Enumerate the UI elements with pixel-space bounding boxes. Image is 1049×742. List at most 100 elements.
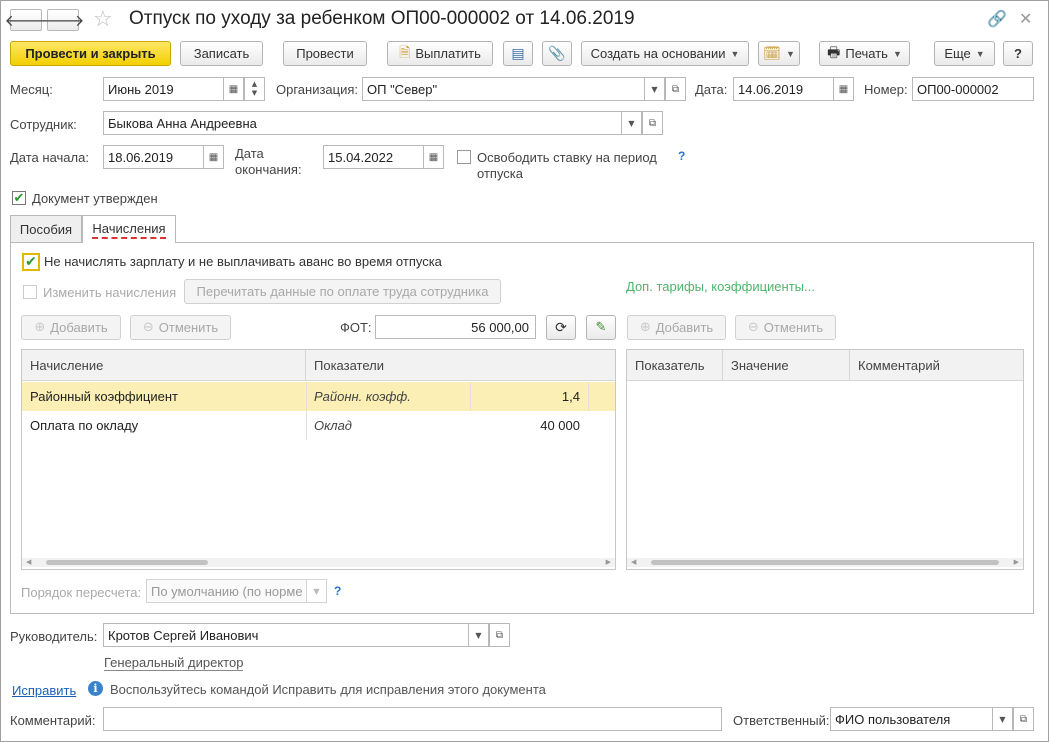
scrollbar-thumb[interactable] bbox=[651, 560, 999, 565]
recalc-order-label: Порядок пересчета: bbox=[21, 585, 142, 600]
indicator-name: Районн. коэфф. bbox=[314, 389, 411, 404]
column-header-accrual[interactable]: Начисление bbox=[22, 350, 306, 381]
tab-accruals[interactable]: Начисления bbox=[82, 215, 176, 243]
printer-icon: 🖶 bbox=[827, 44, 841, 61]
plus-icon: ⊕ bbox=[639, 320, 651, 335]
post-and-close-button[interactable]: Провести и закрыть bbox=[10, 41, 171, 66]
employee-open-button[interactable]: ⧉ bbox=[642, 111, 663, 135]
free-rate-checkbox[interactable] bbox=[457, 150, 471, 164]
report-icon: ▤ bbox=[511, 45, 525, 62]
fot-label: ФОТ: bbox=[340, 320, 372, 335]
pay-label: Выплатить bbox=[415, 46, 481, 61]
organization-dropdown[interactable]: ▼ bbox=[644, 77, 665, 101]
report-button[interactable]: ▤ bbox=[503, 41, 533, 66]
start-date-field[interactable]: 18.06.2019 bbox=[103, 145, 204, 169]
change-accruals-checkbox[interactable] bbox=[23, 285, 37, 299]
recalc-order-dropdown[interactable]: ▼ bbox=[306, 579, 327, 603]
more-button[interactable]: Еще ▼ bbox=[934, 41, 995, 66]
start-calendar-button[interactable]: ▦ bbox=[203, 145, 224, 169]
horizontal-scrollbar[interactable]: ◀ ▶ bbox=[627, 558, 1023, 567]
responsible-field[interactable]: ФИО пользователя bbox=[830, 707, 993, 731]
organization-field[interactable]: ОП "Север" bbox=[362, 77, 645, 101]
horizontal-scrollbar[interactable]: ◀ ▶ bbox=[22, 558, 615, 567]
history-button[interactable]: 🗓 ▼ bbox=[758, 41, 800, 66]
manager-field[interactable]: Кротов Сергей Иванович bbox=[103, 623, 469, 647]
forward-button[interactable]: 🡒 bbox=[42, 9, 84, 31]
accrual-name: Оплата по окладу bbox=[30, 418, 139, 433]
refresh-button[interactable]: ⟳ bbox=[546, 315, 576, 340]
table-row[interactable]: Оплата по окладу Оклад 40 000 bbox=[22, 411, 615, 440]
approved-label: Документ утвержден bbox=[32, 191, 158, 206]
fix-link[interactable]: Исправить bbox=[12, 683, 76, 698]
chevron-down-icon: ▼ bbox=[313, 586, 320, 596]
chevron-down-icon: ▼ bbox=[475, 630, 482, 640]
post-button[interactable]: Провести bbox=[283, 41, 367, 66]
organization-open-button[interactable]: ⧉ bbox=[665, 77, 686, 101]
add-accrual-button[interactable]: ⊕ Добавить bbox=[21, 315, 121, 340]
column-header-value[interactable]: Значение bbox=[723, 350, 850, 381]
fix-hint: Воспользуйтесь командой Исправить для ис… bbox=[110, 682, 546, 697]
approved-checkbox[interactable]: ✔ bbox=[12, 191, 26, 205]
column-header-indicators[interactable]: Показатели bbox=[306, 350, 615, 381]
indicator-value: 1,4 bbox=[561, 389, 580, 404]
refresh-icon: ⟳ bbox=[555, 319, 567, 336]
recalc-help-icon[interactable]: ? bbox=[334, 584, 341, 598]
date-field[interactable]: 14.06.2019 bbox=[733, 77, 834, 101]
manager-position-link[interactable]: Генеральный директор bbox=[104, 655, 244, 671]
scrollbar-thumb[interactable] bbox=[46, 560, 208, 565]
manager-open-button[interactable]: ⧉ bbox=[489, 623, 510, 647]
free-rate-label-line2: отпуска bbox=[477, 166, 523, 181]
edit-button[interactable]: ✎ bbox=[586, 315, 616, 340]
cell-divider bbox=[588, 382, 589, 411]
table-row[interactable]: Районный коэффициент Районн. коэфф. 1,4 bbox=[22, 382, 615, 411]
cancel-indicator-label: Отменить bbox=[763, 320, 824, 335]
free-rate-help-icon[interactable]: ? bbox=[678, 149, 685, 163]
end-calendar-button[interactable]: ▦ bbox=[423, 145, 444, 169]
column-header-indicator[interactable]: Показатель bbox=[627, 350, 723, 381]
fot-field[interactable]: 56 000,00 bbox=[375, 315, 536, 339]
tab-benefits[interactable]: Пособия bbox=[10, 215, 82, 242]
history-icon: 🗓 bbox=[763, 45, 781, 62]
help-button[interactable]: ? bbox=[1003, 41, 1033, 66]
minus-icon: ⊖ bbox=[142, 320, 154, 335]
close-icon[interactable]: ✕ bbox=[1019, 9, 1032, 28]
add-indicator-label: Добавить bbox=[655, 320, 714, 335]
cancel-indicator-button[interactable]: ⊖ Отменить bbox=[735, 315, 836, 340]
save-button[interactable]: Записать bbox=[180, 41, 263, 66]
month-spinner[interactable]: ▲ ▼ bbox=[244, 77, 265, 101]
date-label: Дата: bbox=[695, 82, 728, 97]
add-indicator-button[interactable]: ⊕ Добавить bbox=[627, 315, 726, 340]
link-icon[interactable]: 🔗 bbox=[987, 9, 1007, 28]
arrow-right-icon: 🡒 bbox=[41, 11, 85, 30]
employee-field[interactable]: Быкова Анна Андреевна bbox=[103, 111, 622, 135]
responsible-dropdown[interactable]: ▼ bbox=[992, 707, 1013, 731]
responsible-label: Ответственный: bbox=[733, 713, 830, 728]
open-icon: ⧉ bbox=[648, 117, 657, 129]
comment-field[interactable] bbox=[103, 707, 722, 731]
pay-button[interactable]: 🗎 Выплатить bbox=[387, 41, 493, 66]
manager-dropdown[interactable]: ▼ bbox=[468, 623, 489, 647]
star-icon[interactable]: ☆ bbox=[93, 7, 113, 32]
employee-dropdown[interactable]: ▼ bbox=[621, 111, 642, 135]
number-field[interactable]: ОП00-000002 bbox=[912, 77, 1034, 101]
attach-button[interactable]: 📎 bbox=[542, 41, 572, 66]
responsible-open-button[interactable]: ⧉ bbox=[1013, 707, 1034, 731]
print-button[interactable]: 🖶 Печать ▼ bbox=[819, 41, 910, 66]
cancel-accrual-button[interactable]: ⊖ Отменить bbox=[130, 315, 231, 340]
employee-label: Сотрудник: bbox=[10, 117, 77, 132]
month-field[interactable]: Июнь 2019 bbox=[103, 77, 224, 101]
extra-rates-link[interactable]: Доп. тарифы, коэффициенты... bbox=[626, 279, 815, 294]
accruals-table: Начисление Показатели Районный коэффицие… bbox=[21, 349, 616, 570]
calendar-icon: ▦ bbox=[838, 83, 849, 95]
reread-data-button[interactable]: Перечитать данные по оплате труда сотруд… bbox=[184, 279, 501, 304]
date-calendar-button[interactable]: ▦ bbox=[833, 77, 854, 101]
add-accrual-label: Добавить bbox=[50, 320, 108, 335]
column-header-comment[interactable]: Комментарий bbox=[850, 350, 1023, 381]
no-salary-checkbox[interactable]: ✔ bbox=[22, 253, 40, 271]
create-based-button[interactable]: Создать на основании ▼ bbox=[581, 41, 749, 66]
comment-label: Комментарий: bbox=[10, 713, 96, 728]
end-date-field[interactable]: 15.04.2022 bbox=[323, 145, 424, 169]
calendar-button[interactable]: ▦ bbox=[223, 77, 244, 101]
back-button[interactable]: 🡐 bbox=[5, 9, 47, 31]
recalc-order-field[interactable]: По умолчанию (по норме bbox=[146, 579, 307, 603]
